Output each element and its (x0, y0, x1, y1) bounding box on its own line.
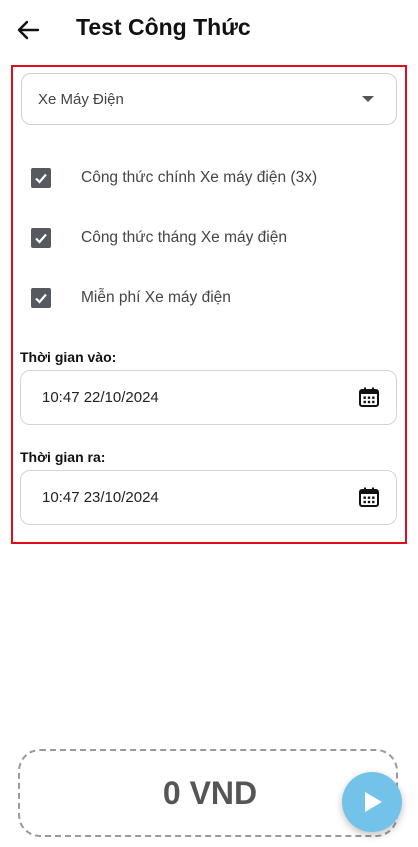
time-out-value: 10:47 23/10/2024 (42, 489, 159, 506)
checkbox-checked-icon[interactable] (31, 168, 51, 188)
calendar-icon[interactable] (358, 386, 380, 408)
checkbox-checked-icon[interactable] (31, 228, 51, 248)
vehicle-type-dropdown[interactable]: Xe Máy Điện (21, 73, 397, 125)
caret-down-icon (362, 96, 374, 102)
total-amount-box: 0 VND (18, 749, 398, 837)
back-button[interactable] (14, 16, 42, 44)
checkbox-checked-icon[interactable] (31, 288, 51, 308)
run-test-button[interactable] (342, 772, 402, 832)
time-out-label: Thời gian ra: (20, 449, 106, 465)
arrow-left-icon (17, 20, 40, 40)
vehicle-type-value: Xe Máy Điện (38, 91, 124, 108)
formula-label: Miễn phí Xe máy điện (81, 289, 231, 306)
page-title: Test Công Thức (76, 14, 251, 40)
formula-checkbox-free[interactable]: Miễn phí Xe máy điện (31, 286, 391, 312)
formula-test-form: Xe Máy Điện Công thức chính Xe máy điện … (11, 65, 407, 544)
calendar-icon[interactable] (358, 486, 380, 508)
formula-label: Công thức chính Xe máy điện (3x) (81, 169, 318, 186)
formula-label: Công thức tháng Xe máy điện (81, 229, 287, 246)
time-in-value: 10:47 22/10/2024 (42, 389, 159, 406)
time-out-field[interactable]: 10:47 23/10/2024 (20, 470, 397, 525)
time-in-field[interactable]: 10:47 22/10/2024 (20, 370, 397, 425)
time-in-label: Thời gian vào: (20, 349, 117, 365)
formula-checkbox-main[interactable]: Công thức chính Xe máy điện (3x) (31, 166, 391, 192)
play-icon (365, 792, 382, 812)
formula-checkbox-monthly[interactable]: Công thức tháng Xe máy điện (31, 226, 391, 252)
app-header: Test Công Thức (0, 0, 418, 60)
